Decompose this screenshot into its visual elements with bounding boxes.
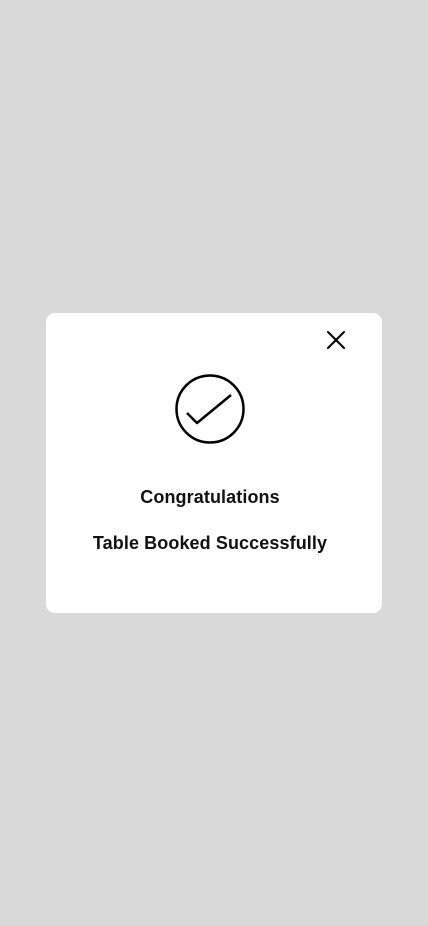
- close-icon[interactable]: [324, 328, 348, 352]
- dialog-message: Table Booked Successfully: [92, 533, 328, 553]
- check-circle-icon: [175, 374, 245, 444]
- dialog-title: Congratulations: [140, 487, 280, 507]
- success-dialog: Congratulations Table Booked Successfull…: [46, 313, 382, 613]
